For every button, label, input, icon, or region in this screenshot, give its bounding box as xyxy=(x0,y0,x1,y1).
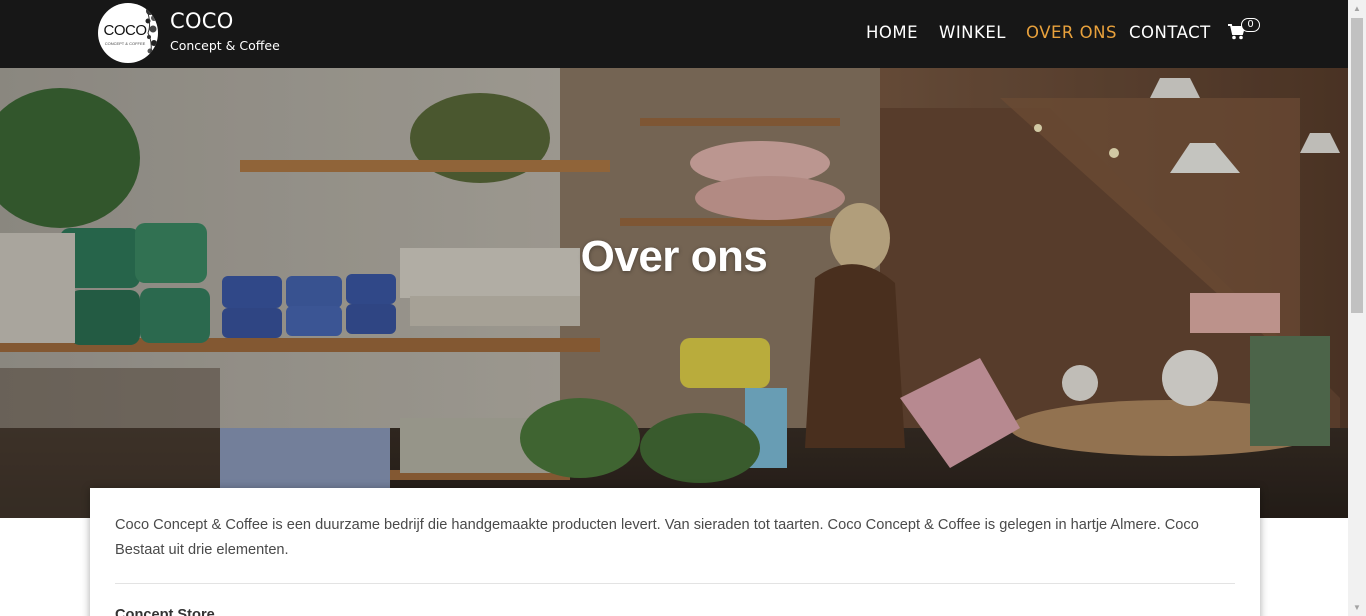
logo-subtext: CONCEPT & COFFEE xyxy=(104,41,146,46)
intro-paragraph: Coco Concept & Coffee is een duurzame be… xyxy=(115,517,1199,558)
brand-name[interactable]: COCO xyxy=(170,9,234,33)
brand-logo[interactable]: COCO CONCEPT & COFFEE xyxy=(98,3,158,63)
section-heading: Concept Store xyxy=(115,607,215,616)
nav-over-ons[interactable]: OVER ONS xyxy=(1026,23,1117,42)
hero-banner: Over ons xyxy=(0,68,1348,518)
top-navbar: COCO CONCEPT & COFFEE COCO Concept & Cof… xyxy=(0,0,1366,68)
about-content-card: Coco Concept & Coffee is een duurzame be… xyxy=(90,488,1260,616)
nav-winkel[interactable]: WINKEL xyxy=(939,23,1006,42)
cart-count-badge: 0 xyxy=(1241,18,1260,32)
logo-wordmark: COCO xyxy=(103,22,148,39)
store-interior-photo xyxy=(0,68,1348,518)
scrollbar-thumb[interactable] xyxy=(1351,18,1363,313)
brand-tagline: Concept & Coffee xyxy=(170,38,280,53)
page-title: Over ons xyxy=(580,232,768,281)
section-divider xyxy=(115,583,1235,584)
nav-contact[interactable]: CONTACT xyxy=(1129,23,1211,42)
scroll-down-arrow-icon[interactable]: ▼ xyxy=(1348,599,1366,616)
nav-home[interactable]: HOME xyxy=(866,23,918,42)
cart-button[interactable]: 0 xyxy=(1228,18,1262,44)
vertical-scrollbar[interactable]: ▲ ▼ xyxy=(1348,0,1366,616)
scroll-up-arrow-icon[interactable]: ▲ xyxy=(1348,0,1366,17)
